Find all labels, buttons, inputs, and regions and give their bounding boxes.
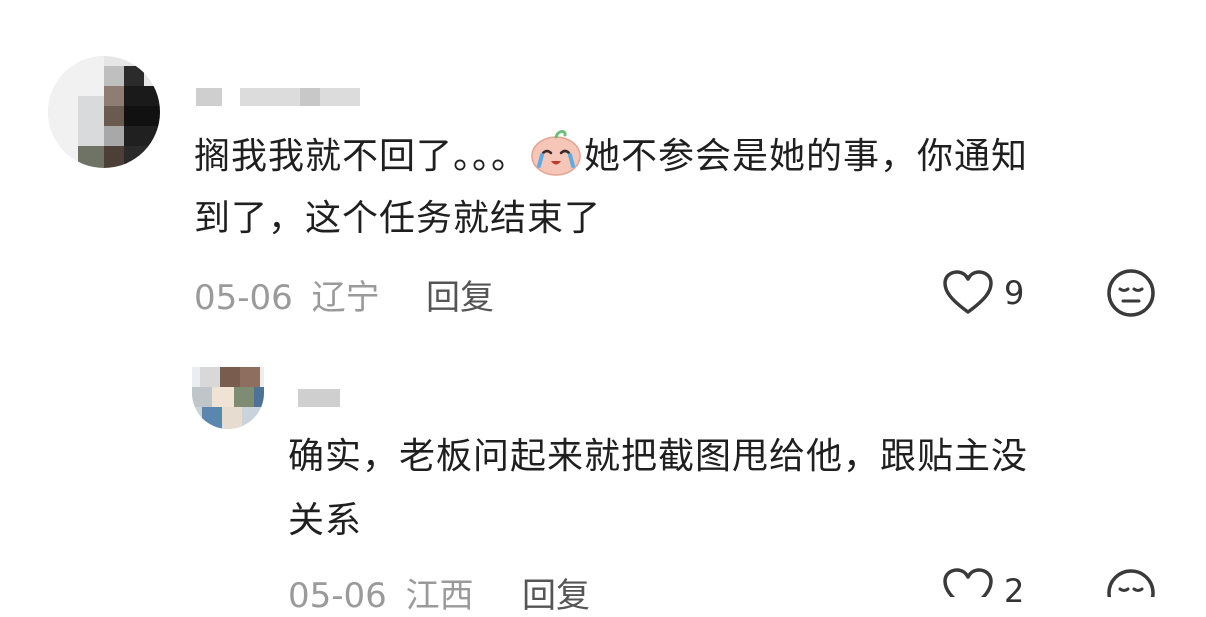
comment-text-line2: 关系 [288, 500, 363, 541]
reply-button[interactable]: 回复 [522, 568, 590, 617]
comment-text-cont: 她不参会是她的事，你通知 [584, 136, 1029, 177]
heart-icon[interactable] [942, 568, 994, 597]
like-count: 9 [1004, 274, 1025, 312]
comment-text-line2: 到了，这个任务就结束了 [194, 198, 602, 239]
like-count: 2 [1004, 572, 1025, 610]
comment-text: 搁我我就不回了。。。 [194, 136, 529, 177]
dislike-face-icon[interactable] [1106, 268, 1156, 318]
avatar[interactable] [48, 56, 160, 168]
reply-button[interactable]: 回复 [426, 270, 494, 319]
comment-date: 05-06 [288, 576, 387, 616]
crying-face-emoji-icon [528, 128, 584, 176]
comment-text: 确实，老板问起来就把截图甩给他，跟贴主没 [288, 436, 1029, 477]
comment-location: 辽宁 [311, 278, 380, 318]
dislike-face-icon[interactable] [1106, 568, 1156, 597]
avatar[interactable] [192, 367, 264, 429]
comment-date: 05-06 [194, 278, 293, 318]
comment-location: 江西 [405, 576, 474, 616]
heart-icon[interactable] [942, 270, 994, 316]
